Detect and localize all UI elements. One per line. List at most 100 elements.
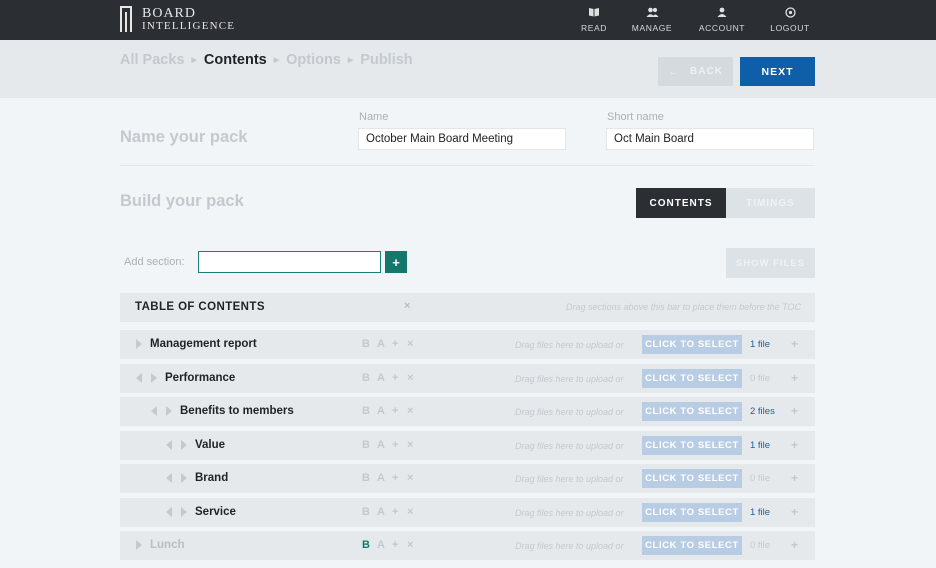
section-title[interactable]: Service bbox=[195, 506, 236, 518]
section-title[interactable]: Management report bbox=[150, 338, 257, 350]
click-to-select-button[interactable]: CLICK TO SELECT bbox=[642, 536, 742, 555]
step-contents[interactable]: Contents bbox=[204, 52, 267, 68]
toc-remove-icon[interactable]: × bbox=[404, 300, 410, 312]
indent-arrow-icon[interactable] bbox=[181, 473, 187, 483]
attendance-toggle[interactable]: A bbox=[377, 506, 392, 518]
add-subsection-icon[interactable]: + bbox=[392, 372, 407, 384]
attendance-toggle[interactable]: A bbox=[377, 439, 392, 451]
file-count[interactable]: 2 files bbox=[750, 406, 775, 417]
attendance-toggle[interactable]: A bbox=[377, 372, 392, 384]
outdent-arrow-icon[interactable] bbox=[136, 373, 142, 383]
section-actions: B A + × bbox=[362, 338, 422, 350]
attendance-toggle[interactable]: A bbox=[377, 539, 392, 551]
add-file-icon[interactable]: + bbox=[791, 505, 798, 519]
remove-section-icon[interactable]: × bbox=[407, 472, 422, 484]
click-to-select-button[interactable]: CLICK TO SELECT bbox=[642, 469, 742, 488]
indent-arrow-icon[interactable] bbox=[166, 406, 172, 416]
click-to-select-button[interactable]: CLICK TO SELECT bbox=[642, 436, 742, 455]
remove-section-icon[interactable]: × bbox=[407, 338, 422, 350]
short-name-input[interactable]: Oct Main Board bbox=[606, 128, 814, 150]
indent-arrow-icon[interactable] bbox=[181, 507, 187, 517]
remove-section-icon[interactable]: × bbox=[407, 372, 422, 384]
add-subsection-icon[interactable]: + bbox=[392, 439, 407, 451]
click-to-select-button[interactable]: CLICK TO SELECT bbox=[642, 503, 742, 522]
add-file-icon[interactable]: + bbox=[791, 404, 798, 418]
file-count[interactable]: 1 file bbox=[750, 507, 770, 518]
attendance-toggle[interactable]: A bbox=[377, 338, 392, 350]
back-button[interactable]: ← BACK bbox=[658, 57, 733, 86]
outdent-arrow-icon[interactable] bbox=[166, 473, 172, 483]
break-toggle[interactable]: B bbox=[362, 338, 377, 350]
add-file-icon[interactable]: + bbox=[791, 471, 798, 485]
step-all-packs[interactable]: All Packs bbox=[120, 52, 185, 68]
next-button[interactable]: NEXT bbox=[740, 57, 815, 86]
section-title[interactable]: Benefits to members bbox=[180, 405, 294, 417]
section-row[interactable]: Performance B A + × Drag files here to upload… bbox=[120, 364, 815, 393]
outdent-arrow-icon[interactable] bbox=[166, 440, 172, 450]
section-title[interactable]: Brand bbox=[195, 472, 228, 484]
add-section-button[interactable]: + bbox=[385, 251, 407, 273]
section-row[interactable]: Service B A + × Drag files here to upload or C… bbox=[120, 498, 815, 527]
section-row[interactable]: Benefits to members B A + × Drag files here t… bbox=[120, 397, 815, 426]
remove-section-icon[interactable]: × bbox=[407, 405, 422, 417]
attendance-toggle[interactable]: A bbox=[377, 405, 392, 417]
section-row[interactable]: Lunch B A + × Drag files here to upload or CLI… bbox=[120, 531, 815, 560]
section-row[interactable]: Brand B A + × Drag files here to upload or CLI… bbox=[120, 464, 815, 493]
nav-account[interactable]: ACCOUNT bbox=[690, 0, 754, 40]
wizard-header: All Packs ▶ Contents ▶ Options ▶ Publish… bbox=[0, 40, 936, 98]
step-options[interactable]: Options bbox=[286, 52, 341, 68]
click-to-select-button[interactable]: CLICK TO SELECT bbox=[642, 402, 742, 421]
add-subsection-icon[interactable]: + bbox=[392, 338, 407, 350]
break-toggle[interactable]: B bbox=[362, 372, 377, 384]
tab-contents[interactable]: CONTENTS bbox=[636, 188, 726, 218]
break-toggle[interactable]: B bbox=[362, 472, 377, 484]
break-toggle[interactable]: B bbox=[362, 439, 377, 451]
name-input[interactable]: October Main Board Meeting bbox=[358, 128, 566, 150]
nav-read[interactable]: READ bbox=[562, 0, 626, 40]
logo-mark-icon bbox=[120, 6, 134, 34]
click-to-select-button[interactable]: CLICK TO SELECT bbox=[642, 369, 742, 388]
tab-timings[interactable]: TIMINGS bbox=[726, 188, 815, 218]
indent-arrow-icon[interactable] bbox=[136, 339, 142, 349]
brand-logo[interactable]: BOARD INTELLIGENCE bbox=[120, 4, 235, 36]
remove-section-icon[interactable]: × bbox=[407, 539, 422, 551]
indent-arrow-icon[interactable] bbox=[151, 373, 157, 383]
remove-section-icon[interactable]: × bbox=[407, 506, 422, 518]
file-count[interactable]: 0 file bbox=[750, 473, 770, 484]
break-toggle[interactable]: B bbox=[362, 405, 377, 417]
section-title[interactable]: Lunch bbox=[150, 539, 185, 551]
add-file-icon[interactable]: + bbox=[791, 371, 798, 385]
add-subsection-icon[interactable]: + bbox=[392, 405, 407, 417]
break-toggle[interactable]: B bbox=[362, 506, 377, 518]
show-files-button[interactable]: SHOW FILES bbox=[726, 248, 815, 278]
add-subsection-icon[interactable]: + bbox=[392, 539, 407, 551]
section-row[interactable]: Management report B A + × Drag files here to … bbox=[120, 330, 815, 359]
add-file-icon[interactable]: + bbox=[791, 538, 798, 552]
section-row[interactable]: Value B A + × Drag files here to upload or CLI… bbox=[120, 431, 815, 460]
indent-arrow-icon[interactable] bbox=[181, 440, 187, 450]
break-toggle[interactable]: B bbox=[362, 539, 377, 551]
add-section-input[interactable] bbox=[198, 251, 381, 273]
toc-bar[interactable]: TABLE OF CONTENTS × Drag sections above … bbox=[120, 293, 815, 322]
outdent-arrow-icon[interactable] bbox=[166, 507, 172, 517]
click-to-select-button[interactable]: CLICK TO SELECT bbox=[642, 335, 742, 354]
indent-arrow-icon[interactable] bbox=[136, 540, 142, 550]
attendance-toggle[interactable]: A bbox=[377, 472, 392, 484]
section-title[interactable]: Value bbox=[195, 439, 225, 451]
section-title[interactable]: Performance bbox=[165, 372, 235, 384]
file-count[interactable]: 1 file bbox=[750, 440, 770, 451]
file-count[interactable]: 0 file bbox=[750, 373, 770, 384]
step-publish[interactable]: Publish bbox=[360, 52, 412, 68]
nav-manage[interactable]: MANAGE bbox=[620, 0, 684, 40]
add-subsection-icon[interactable]: + bbox=[392, 506, 407, 518]
nav-logout[interactable]: LOGOUT bbox=[758, 0, 822, 40]
file-count[interactable]: 1 file bbox=[750, 339, 770, 350]
users-icon bbox=[646, 7, 659, 20]
add-subsection-icon[interactable]: + bbox=[392, 472, 407, 484]
remove-section-icon[interactable]: × bbox=[407, 439, 422, 451]
add-file-icon[interactable]: + bbox=[791, 337, 798, 351]
outdent-arrow-icon[interactable] bbox=[151, 406, 157, 416]
add-file-icon[interactable]: + bbox=[791, 438, 798, 452]
wizard-steps: All Packs ▶ Contents ▶ Options ▶ Publish bbox=[120, 52, 413, 68]
file-count[interactable]: 0 file bbox=[750, 540, 770, 551]
